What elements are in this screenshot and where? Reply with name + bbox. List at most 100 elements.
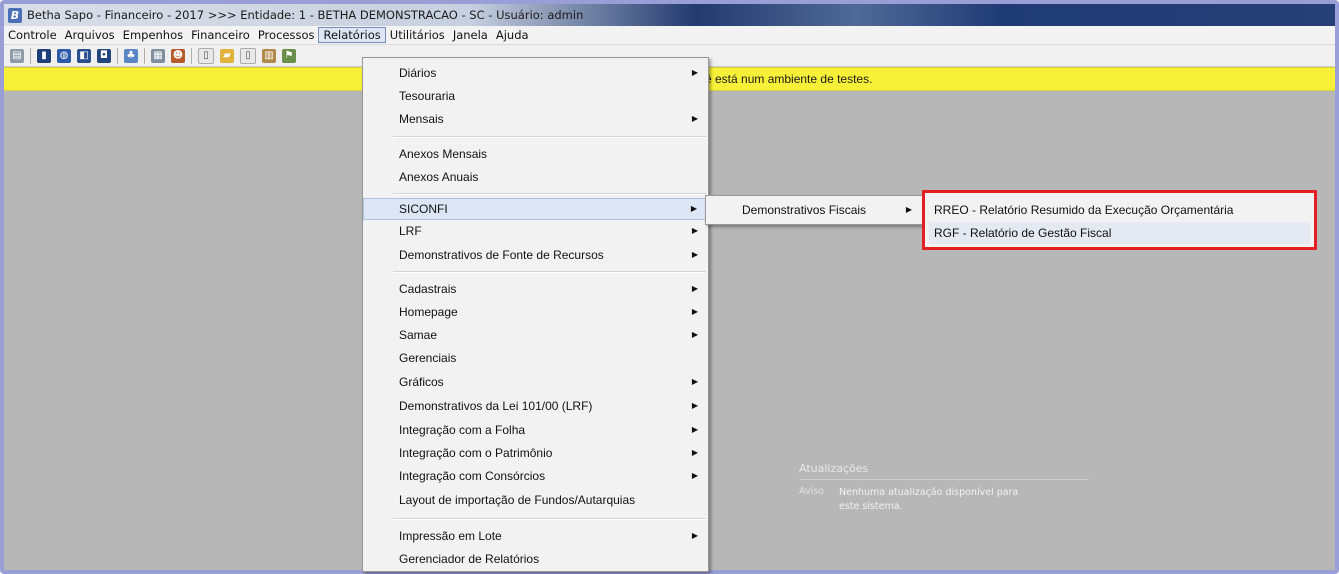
submenu-arrow-icon: ▶ — [691, 425, 698, 434]
toolbar-separator — [191, 47, 192, 64]
submenu-arrow-icon: ▶ — [691, 377, 698, 386]
folder-icon[interactable]: ▰ — [220, 48, 234, 63]
menu-item-gerenciador-relatorios[interactable]: Gerenciador de Relatórios — [363, 548, 708, 570]
menu-item-siconfi[interactable]: SICONFI ▶ — [363, 198, 708, 220]
updates-title: Atualizações — [799, 462, 1089, 480]
menu-item-anexos-anuais[interactable]: Anexos Anuais — [363, 166, 708, 188]
toolbar-separator — [30, 47, 31, 64]
user-icon[interactable]: ☻ — [171, 48, 185, 63]
menu-item-label: Diários — [399, 66, 437, 80]
submenu-arrow-icon: ▶ — [691, 284, 698, 293]
document-icon[interactable]: ▯ — [198, 47, 214, 64]
submenu-arrow-icon: ▶ — [691, 68, 698, 77]
menu-item-label: Demonstrativos de Fonte de Recursos — [399, 248, 604, 262]
menu-item-label: Gráficos — [399, 375, 444, 389]
updates-label: Aviso — [799, 486, 824, 497]
menu-item-tesouraria[interactable]: Tesouraria — [363, 85, 708, 107]
menu-item-lei-101[interactable]: Demonstrativos da Lei 101/00 (LRF) ▶ — [363, 395, 708, 417]
menu-item-label: Anexos Mensais — [399, 147, 488, 161]
chart-icon[interactable]: ◧ — [77, 48, 91, 63]
menu-item-label: Homepage — [399, 305, 458, 319]
globe-icon[interactable]: ◍ — [57, 48, 71, 63]
menu-item-label: Integração com a Folha — [399, 423, 526, 437]
menu-ajuda[interactable]: Ajuda — [492, 27, 533, 43]
printer-icon[interactable]: ▦ — [151, 48, 165, 63]
menu-item-label: Integração com Consórcios — [399, 469, 546, 483]
menu-item-homepage[interactable]: Homepage ▶ — [363, 301, 708, 323]
flag-icon[interactable]: ⚑ — [282, 48, 296, 63]
menu-item-label: Integração com o Patrimônio — [399, 446, 553, 460]
submenu-arrow-icon: ▶ — [691, 531, 698, 540]
menu-item-anexos-mensais[interactable]: Anexos Mensais — [363, 143, 708, 165]
menu-item-label: Demonstrativos da Lei 101/00 (LRF) — [399, 399, 593, 413]
updates-panel: Atualizações Aviso Nenhuma atualização d… — [799, 462, 1099, 514]
updates-message: Nenhuma atualização disponível para este… — [839, 487, 1019, 512]
menu-item-mensais[interactable]: Mensais ▶ — [363, 108, 708, 130]
menu-item-integracao-folha[interactable]: Integração com a Folha ▶ — [363, 419, 708, 441]
menu-separator — [393, 193, 706, 195]
menu-item-samae[interactable]: Samae ▶ — [363, 324, 708, 346]
menu-item-label: RGF - Relatório de Gestão Fiscal — [934, 226, 1112, 240]
submenu-arrow-icon: ▶ — [691, 250, 698, 259]
title-bar: B Betha Sapo - Financeiro - 2017 >>> Ent… — [4, 4, 1335, 26]
menu-item-rgf[interactable]: RGF - Relatório de Gestão Fiscal — [929, 222, 1310, 244]
menu-separator — [393, 271, 706, 273]
menu-item-label: Layout de importação de Fundos/Autarquia… — [399, 493, 636, 507]
menu-item-impressao-lote[interactable]: Impressão em Lote ▶ — [363, 525, 708, 547]
menu-item-label: Anexos Anuais — [399, 170, 479, 184]
menu-item-layout-importacao[interactable]: Layout de importação de Fundos/Autarquia… — [363, 489, 708, 511]
menu-item-demonstrativos-fiscais[interactable]: Demonstrativos Fiscais ▶ — [706, 199, 922, 221]
toolbar-separator — [117, 47, 118, 64]
page-icon[interactable]: ▯ — [240, 47, 256, 64]
menu-item-integracao-patrimonio[interactable]: Integração com o Patrimônio ▶ — [363, 442, 708, 464]
menu-item-lrf[interactable]: LRF ▶ — [363, 220, 708, 242]
submenu-arrow-icon: ▶ — [691, 226, 698, 235]
menu-item-label: Gerenciais — [399, 351, 457, 365]
menu-item-label: LRF — [399, 224, 422, 238]
book-icon[interactable]: ▮ — [37, 48, 51, 63]
menu-item-label: Samae — [399, 328, 438, 342]
siconfi-submenu: Demonstrativos Fiscais ▶ — [705, 195, 923, 225]
table-icon[interactable]: ▥ — [262, 48, 276, 63]
menu-item-gerenciais[interactable]: Gerenciais — [363, 347, 708, 369]
menu-item-label: Mensais — [399, 112, 444, 126]
relatorios-dropdown: Diários ▶ Tesouraria Mensais ▶ Anexos Mens… — [362, 57, 709, 572]
menu-item-diarios[interactable]: Diários ▶ — [363, 62, 708, 84]
submenu-arrow-icon: ▶ — [691, 401, 698, 410]
submenu-arrow-icon: ▶ — [691, 471, 698, 480]
menu-empenhos[interactable]: Empenhos — [119, 27, 187, 43]
app-logo-icon: B — [8, 7, 22, 23]
menu-item-label: Gerenciador de Relatórios — [399, 552, 540, 566]
submenu-arrow-icon: ▶ — [691, 330, 698, 339]
network-icon[interactable]: ♣ — [124, 48, 138, 63]
menu-item-label: SICONFI — [399, 202, 448, 216]
menu-item-label: RREO - Relatório Resumido da Execução Or… — [934, 203, 1234, 217]
menu-controle[interactable]: Controle — [4, 27, 61, 43]
toolbar-separator — [144, 47, 145, 64]
submenu-arrow-icon: ▶ — [690, 204, 697, 213]
menu-arquivos[interactable]: Arquivos — [61, 27, 119, 43]
warning-text: ê está num ambiente de testes. — [705, 72, 873, 86]
report-icon[interactable]: ▤ — [10, 48, 24, 63]
menu-relatorios[interactable]: Relatórios — [318, 27, 386, 43]
submenu-arrow-icon: ▶ — [691, 307, 698, 316]
menu-financeiro[interactable]: Financeiro — [187, 27, 254, 43]
menu-item-fonte-recursos[interactable]: Demonstrativos de Fonte de Recursos ▶ — [363, 244, 708, 266]
menu-item-cadastrais[interactable]: Cadastrais ▶ — [363, 278, 708, 300]
menu-item-graficos[interactable]: Gráficos ▶ — [363, 371, 708, 393]
menu-separator — [393, 136, 706, 138]
menu-item-label: Cadastrais — [399, 282, 457, 296]
submenu-arrow-icon: ▶ — [905, 205, 912, 214]
updates-row: Aviso Nenhuma atualização disponível par… — [799, 486, 1099, 514]
submenu-arrow-icon: ▶ — [691, 114, 698, 123]
menu-item-label: Demonstrativos Fiscais — [742, 203, 867, 217]
menu-item-label: Impressão em Lote — [399, 529, 502, 543]
menu-item-integracao-consorcios[interactable]: Integração com Consórcios ▶ — [363, 465, 708, 487]
database-icon[interactable]: ◘ — [97, 48, 111, 63]
menu-item-label: Tesouraria — [399, 89, 456, 103]
menu-bar: Controle Arquivos Empenhos Financeiro Pr… — [4, 26, 1335, 45]
menu-item-rreo[interactable]: RREO - Relatório Resumido da Execução Or… — [929, 199, 1310, 221]
menu-processos[interactable]: Processos — [254, 27, 319, 43]
menu-janela[interactable]: Janela — [449, 27, 492, 43]
menu-utilitarios[interactable]: Utilitários — [386, 27, 449, 43]
